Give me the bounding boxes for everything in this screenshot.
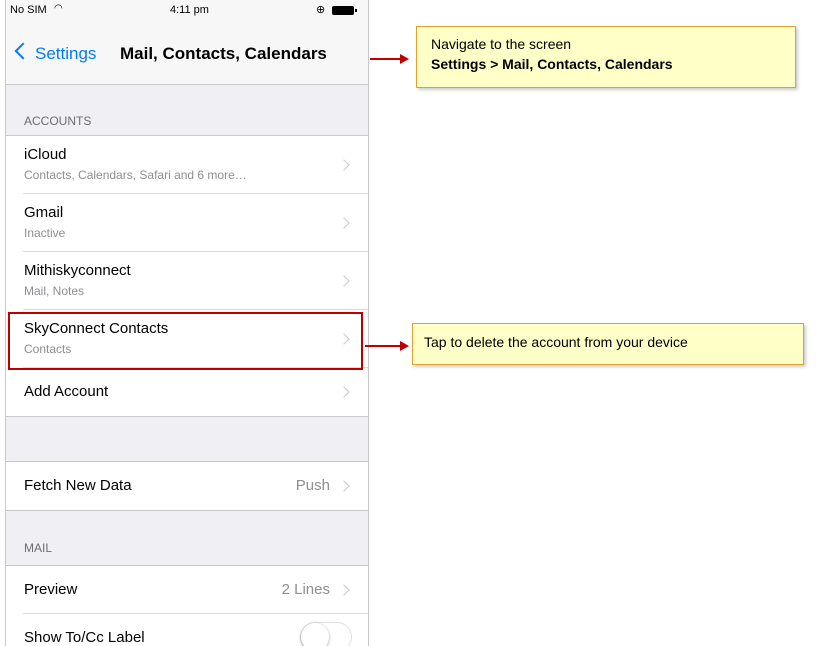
account-title: iCloud (24, 146, 67, 163)
page-title: Mail, Contacts, Calendars (120, 44, 327, 63)
account-subtitle: Contacts, Calendars, Safari and 6 more… (24, 168, 247, 182)
fetch-new-data-value: Push (295, 477, 330, 494)
chevron-right-icon (338, 480, 350, 492)
toggle-knob (301, 623, 329, 646)
add-account-label: Add Account (24, 383, 109, 400)
skyconnect-highlight-box (8, 312, 363, 370)
callout-arrow-line (365, 345, 400, 347)
chevron-right-icon (338, 275, 350, 287)
account-title: Mithiskyconnect (24, 262, 131, 279)
back-button[interactable]: Settings (35, 44, 96, 64)
orientation-lock-icon: ⊕ (316, 4, 326, 16)
fetch-new-data-label: Fetch New Data (24, 477, 132, 494)
arrow-right-icon (400, 54, 409, 64)
chevron-right-icon (338, 584, 350, 596)
chevron-right-icon (338, 386, 350, 398)
preview-value: 2 Lines (281, 581, 330, 598)
back-chevron-icon[interactable] (14, 42, 32, 60)
account-row-mithiskyconnect[interactable]: Mithiskyconnect Mail, Notes (6, 252, 368, 310)
show-to-cc-row: Show To/Cc Label (6, 614, 368, 646)
account-subtitle: Mail, Notes (24, 284, 85, 298)
chevron-right-icon (338, 159, 350, 171)
navigate-callout-line1: Navigate to the screen (431, 36, 572, 52)
add-account-row[interactable]: Add Account (6, 368, 368, 416)
arrow-right-icon (400, 341, 409, 351)
status-time: 4:11 pm (170, 4, 209, 16)
navigation-bar: Settings Mail, Contacts, Calendars (6, 22, 368, 85)
carrier-label: No SIM (10, 4, 47, 16)
accounts-group: iCloud Contacts, Calendars, Safari and 6… (6, 135, 368, 417)
account-row-gmail[interactable]: Gmail Inactive (6, 194, 368, 252)
battery-icon (332, 6, 357, 15)
fetch-new-data-row[interactable]: Fetch New Data Push (6, 462, 368, 510)
account-subtitle: Inactive (24, 226, 66, 240)
show-to-cc-toggle[interactable] (300, 622, 352, 646)
mail-section-header: MAIL (24, 541, 53, 555)
navigate-callout-line2: Settings > Mail, Contacts, Calendars (431, 56, 673, 72)
accounts-section-header: ACCOUNTS (24, 114, 92, 128)
account-title: Gmail (24, 204, 64, 221)
callout-arrow-line (370, 58, 402, 60)
wifi-icon: ◠ (54, 3, 63, 14)
navigate-callout: Navigate to the screen Settings > Mail, … (416, 26, 796, 88)
fetch-group: Fetch New Data Push (6, 461, 368, 511)
delete-callout-text: Tap to delete the account from your devi… (424, 334, 688, 350)
preview-row[interactable]: Preview 2 Lines (6, 566, 368, 614)
show-to-cc-label: Show To/Cc Label (24, 629, 145, 646)
mail-group: Preview 2 Lines Show To/Cc Label (6, 565, 368, 646)
delete-callout: Tap to delete the account from your devi… (412, 323, 804, 365)
status-bar: No SIM ◠ 4:11 pm ⊕ (6, 0, 368, 22)
chevron-right-icon (338, 217, 350, 229)
preview-label: Preview (24, 581, 78, 598)
account-row-icloud[interactable]: iCloud Contacts, Calendars, Safari and 6… (6, 136, 368, 194)
